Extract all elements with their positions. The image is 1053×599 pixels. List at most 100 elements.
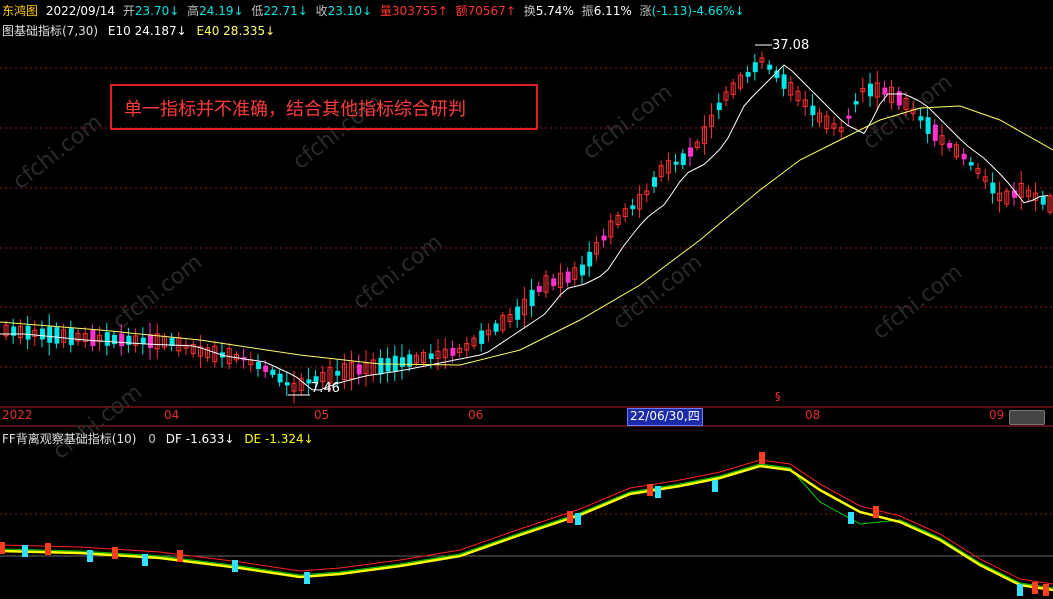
close-label: 收 [315,4,328,18]
divergence-marker [22,545,28,557]
candle-body [551,278,557,286]
candle-body [119,333,125,347]
volume-label: 量 [379,4,392,18]
candle-body [284,382,290,386]
candle-body [1040,196,1046,205]
close-value: 23.10↓ [327,4,373,18]
candle-body [781,74,787,89]
volume-value: 303755↑ [391,4,448,18]
e10-label: E10 [107,24,131,38]
candle-body [752,62,758,73]
high-label: 高 [187,4,200,18]
candle-body [47,326,53,343]
axis-label-04: 04 [164,408,180,422]
candle-body [587,251,593,267]
candle-body [846,115,852,119]
change-value: (-1.13)-4.66%↓ [651,4,745,18]
event-marker[interactable]: § [775,390,781,403]
de-line [0,464,1053,592]
candle-body [54,327,60,344]
axis-label-08: 08 [805,408,821,422]
stock-name[interactable]: 东鸿图 [2,4,38,18]
candle-body [104,332,110,346]
candle-body [277,373,283,383]
divergence-marker [647,484,653,496]
candle-body [335,370,341,376]
scroll-button[interactable] [1009,410,1045,425]
candle-body [630,205,636,210]
turnover-value: 5.74% [535,4,574,18]
candle-body [565,271,571,283]
amount-label: 额 [455,4,468,18]
candle-body [932,124,938,141]
candle-body [140,337,146,344]
watermark-text: cfchi.com [578,80,677,165]
candle-body [536,286,542,292]
sub-indicator-name[interactable]: FF背离观察基础指标(10) [2,432,136,446]
candle-body [947,142,953,148]
candle-body [868,83,873,97]
divergence-marker [712,480,718,492]
candle-body [652,177,657,187]
watermark-text: cfchi.com [48,380,147,465]
sub-indicator-header: FF背离观察基础指标(10) 0 DF -1.633↓ DE -1.324↓ [2,430,314,447]
axis-label-05: 05 [314,408,330,422]
divergence-marker [87,550,93,562]
low-label: 低 [251,4,264,18]
open-label: 开 [122,4,135,18]
df-value: -1.633↓ [185,432,235,446]
candle-body [40,328,45,340]
candle-body [428,353,434,360]
candle-body [25,325,31,340]
date-cursor-label: 22/06/30,四 [627,408,703,426]
divergence-marker [232,560,238,572]
watermark-text: cfchi.com [108,250,207,335]
de-label: DE [244,432,262,446]
df-line [0,463,1053,589]
candle-body [385,358,391,372]
divergence-marker [655,486,661,498]
de-value: -1.324↓ [264,432,314,446]
divergence-marker [873,506,879,518]
candle-body [407,354,413,367]
high-value: 24.19↓ [199,4,244,18]
max-price-label: 37.08 [772,38,810,53]
amplitude-label: 振 [581,4,594,18]
candle-body [68,328,74,345]
candle-body [515,306,521,320]
candle-body [918,116,924,121]
candle-body [263,365,269,372]
sub-zero-label: 0 [148,432,156,446]
candle-body [673,161,679,165]
candle-body [90,330,96,347]
candle-body [810,105,816,116]
divergence-marker [112,547,118,559]
annotation-text: 单一指标并不准确，结合其他指标综合研判 [124,99,466,120]
candle-body [112,334,117,345]
watermark-text: cfchi.com [8,110,107,195]
candle-body [961,153,967,160]
candle-body [853,101,859,105]
divergence-marker [45,543,51,555]
main-indicator-name[interactable]: 图基础指标(7,30) [2,24,98,38]
divergence-marker [1017,584,1023,596]
amount-value: 70567↑ [467,4,516,18]
watermark-text: cfchi.com [868,260,967,345]
quote-header: 东鸿图 2022/09/14 开23.70↓ 高24.19↓ 低22.71↓ 收… [2,2,749,19]
divergence-marker [575,513,581,525]
candle-body [680,153,686,166]
min-price-label: 7.46 [311,381,340,396]
candle-body [356,364,362,375]
annotation-box: 单一指标并不准确，结合其他指标综合研判 [110,84,538,130]
df-label: DF [165,432,182,446]
e40-value: 28.335↓ [223,24,276,38]
candle-body [601,235,607,241]
divergence-marker [1043,584,1049,596]
divergence-marker [304,572,310,584]
candle-body [529,289,535,307]
amplitude-value: 6.11% [593,4,632,18]
candle-body [896,91,902,106]
candle-body [925,117,931,134]
watermark-text: cfchi.com [348,230,447,315]
candle-body [745,72,751,77]
